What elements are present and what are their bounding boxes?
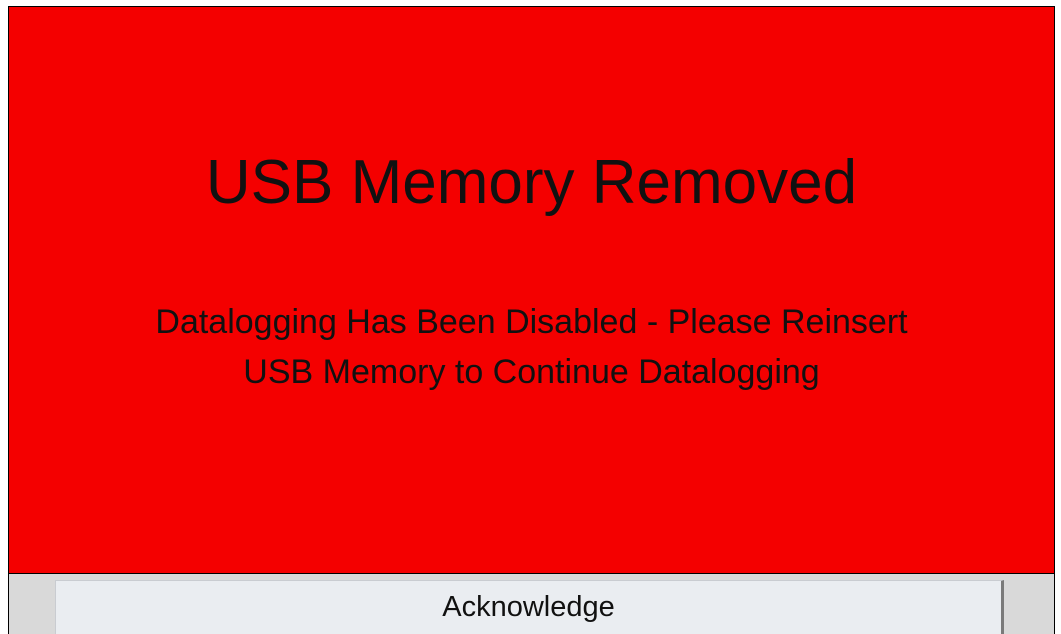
alarm-message-line-2: USB Memory to Continue Datalogging xyxy=(243,353,820,391)
alarm-panel: USB Memory Removed Datalogging Has Been … xyxy=(8,6,1055,574)
alarm-message: Datalogging Has Been Disabled - Please R… xyxy=(9,297,1054,397)
acknowledge-button[interactable]: Acknowledge xyxy=(55,580,1004,634)
button-bar: Acknowledge xyxy=(8,574,1055,634)
alarm-title: USB Memory Removed xyxy=(205,148,858,217)
alarm-message-line-1: Datalogging Has Been Disabled - Please R… xyxy=(155,303,908,341)
